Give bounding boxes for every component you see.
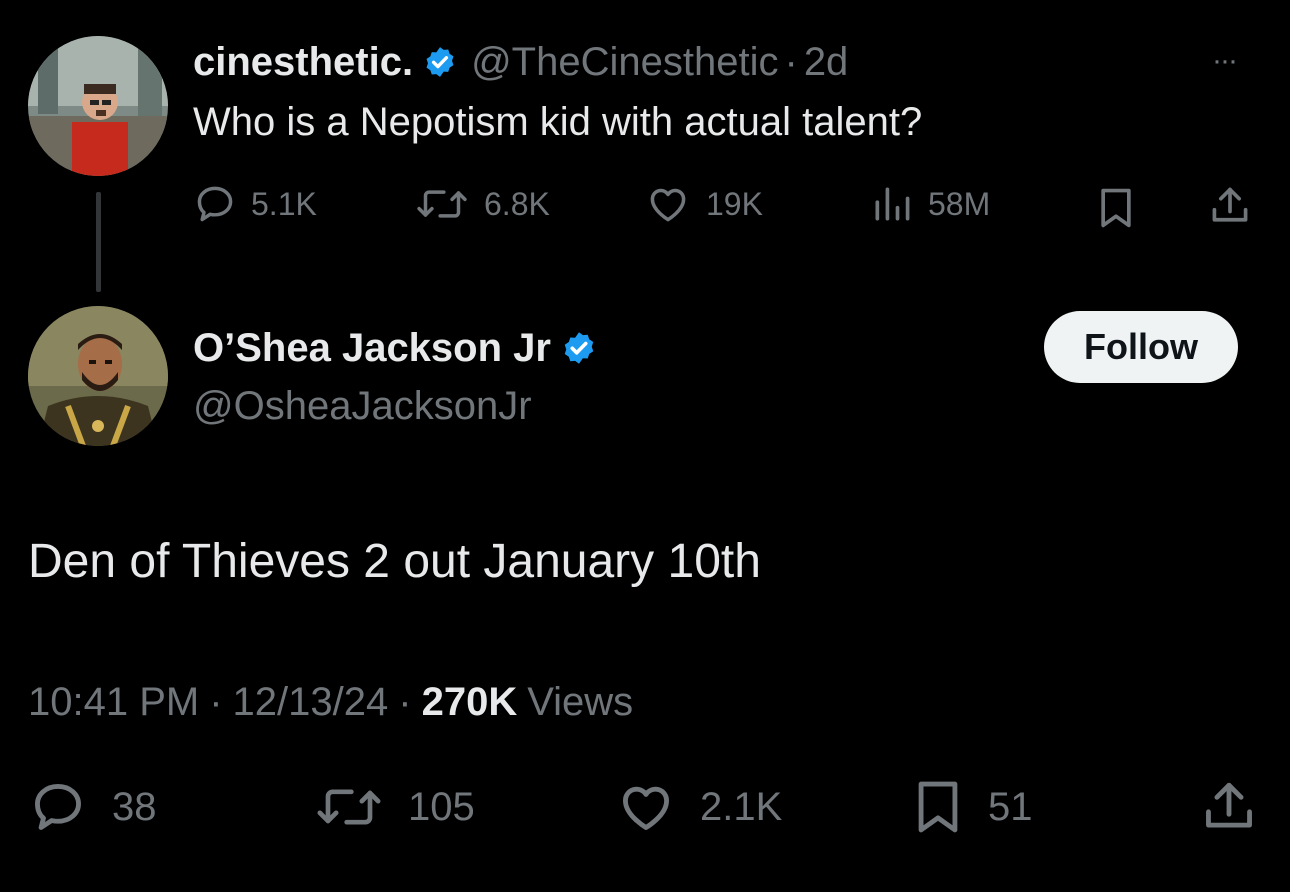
views-count: 270K: [421, 680, 518, 724]
verified-badge-icon: [423, 45, 457, 79]
quoted-handle[interactable]: @TheCinesthetic: [471, 40, 778, 85]
thread-connector-line: [96, 192, 101, 292]
quoted-repost-button[interactable]: 6.8K: [414, 182, 550, 226]
quoted-like-button[interactable]: 19K: [644, 182, 763, 226]
reply-icon: [197, 186, 233, 222]
share-button[interactable]: [1200, 778, 1258, 836]
quoted-repost-count: 6.8K: [484, 185, 550, 222]
repost-icon: [417, 190, 467, 218]
reply-count: 38: [112, 784, 157, 829]
tweet-date[interactable]: 12/13/24: [233, 680, 389, 725]
avatar-image: [28, 306, 168, 446]
main-tweet-text: Den of Thieves 2 out January 10th: [28, 535, 761, 588]
analytics-icon: [875, 187, 910, 221]
more-options-icon[interactable]: ···: [1212, 44, 1238, 78]
share-icon: [1206, 782, 1252, 828]
quoted-bookmark-button[interactable]: [1096, 186, 1136, 230]
author-display-name[interactable]: O’Shea Jackson Jr: [193, 326, 551, 371]
bookmark-icon: [1101, 188, 1131, 228]
quoted-tweet-text: Who is a Nepotism kid with actual talent…: [193, 100, 923, 144]
like-count: 2.1K: [700, 784, 783, 829]
quoted-reply-button[interactable]: 5.1K: [193, 182, 317, 226]
verified-badge-icon: [561, 330, 597, 366]
avatar-image: [28, 36, 168, 176]
bookmark-button[interactable]: 51: [912, 778, 1033, 836]
quoted-share-button[interactable]: [1208, 184, 1252, 228]
avatar-osheajacksonjr[interactable]: [28, 306, 168, 446]
main-tweet-author: O’Shea Jackson Jr: [193, 322, 597, 374]
heart-icon: [623, 786, 669, 830]
meta-separator: ·: [398, 680, 412, 724]
repost-count: 105: [408, 784, 475, 829]
tweet-metadata: 10:41 PM · 12/13/24 · 270K Views: [28, 680, 633, 725]
meta-separator: ·: [209, 680, 223, 724]
share-icon: [1212, 187, 1248, 222]
bookmark-icon: [918, 781, 958, 833]
avatar-cinesthetic[interactable]: [28, 36, 168, 176]
reply-icon: [35, 784, 81, 830]
tweet-time[interactable]: 10:41 PM: [28, 680, 199, 725]
follow-button[interactable]: Follow: [1044, 311, 1238, 383]
author-handle[interactable]: @OsheaJacksonJr: [193, 384, 532, 429]
reply-button[interactable]: 38: [28, 778, 157, 836]
like-button[interactable]: 2.1K: [616, 778, 782, 836]
quoted-view-count: 58M: [928, 185, 991, 222]
quoted-tweet-header: cinesthetic. @TheCinesthetic · 2d: [193, 38, 848, 86]
heart-icon: [650, 188, 686, 222]
more-options-label: ···: [1212, 44, 1238, 77]
quoted-like-count: 19K: [706, 185, 763, 222]
views-label: Views: [527, 680, 634, 724]
repost-button[interactable]: 105: [314, 778, 475, 836]
follow-button-label: Follow: [1084, 326, 1198, 367]
header-separator: ·: [784, 39, 798, 84]
quoted-timestamp[interactable]: 2d: [804, 40, 849, 85]
bookmark-count: 51: [988, 784, 1033, 829]
quoted-reply-count: 5.1K: [251, 185, 317, 222]
quoted-display-name[interactable]: cinesthetic.: [193, 40, 413, 85]
repost-icon: [317, 789, 381, 825]
quoted-views-button[interactable]: 58M: [870, 182, 990, 226]
